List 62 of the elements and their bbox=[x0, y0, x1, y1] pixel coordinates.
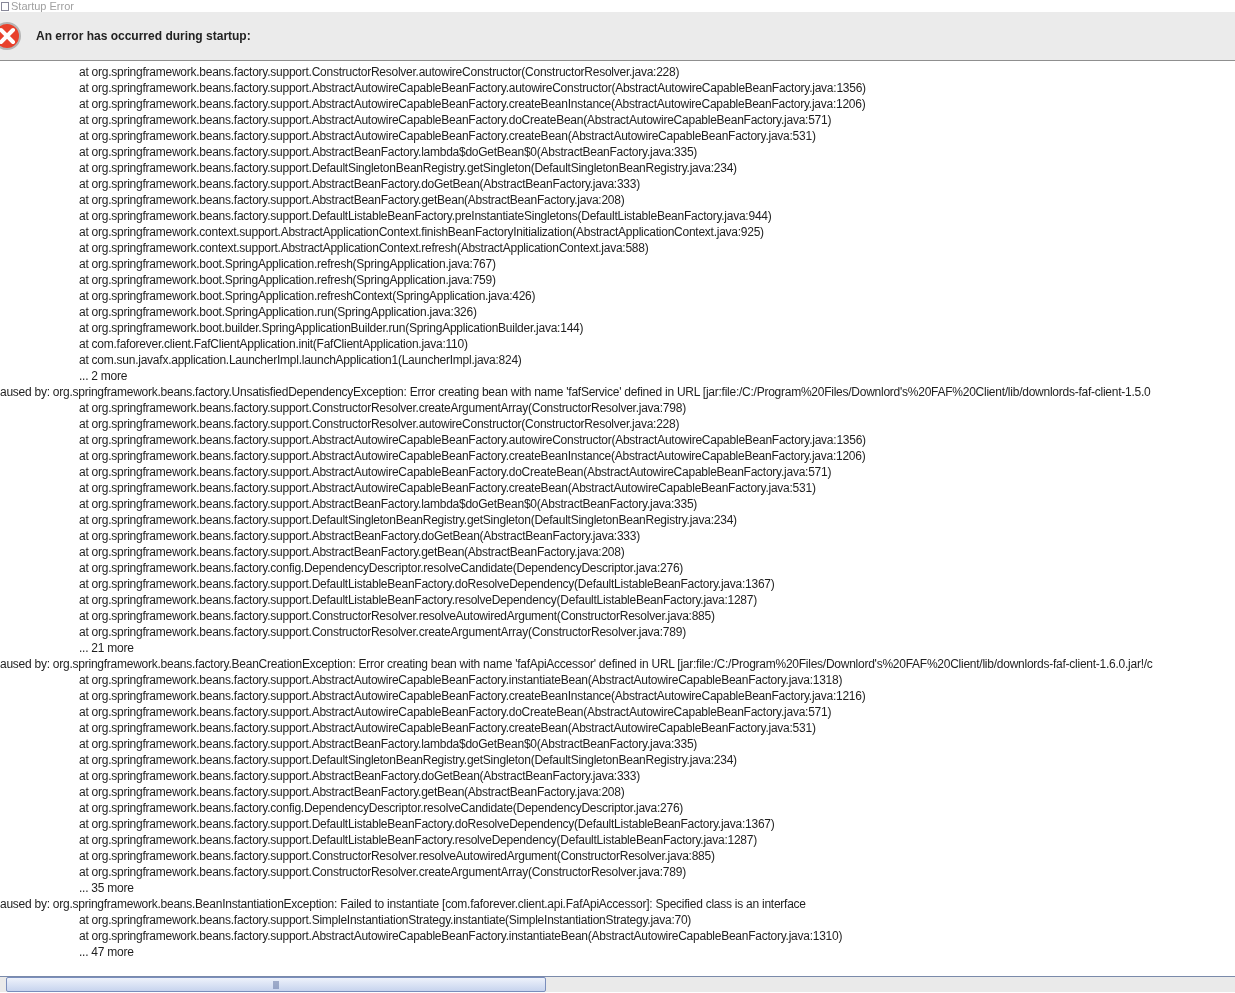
trace-line: at org.springframework.beans.factory.support.AbstractBeanFactory.lambda$doGetBean$0(AbstractBeanFactory.java:335) bbox=[78, 144, 699, 160]
trace-line: at org.springframework.boot.builder.SpringApplicationBuilder.run(SpringApplicationBuilder.java:144) bbox=[78, 320, 585, 336]
trace-line: at org.springframework.beans.factory.support.AbstractAutowireCapableBeanFactory.autowireConstructor(AbstractAutowireCapableBeanFactory.java:1356) bbox=[78, 432, 867, 448]
trace-line: at org.springframework.boot.SpringApplication.refresh(SpringApplication.java:759) bbox=[78, 272, 497, 288]
trace-line: at org.springframework.beans.factory.support.DefaultListableBeanFactory.resolveDependency(DefaultListableBeanFactory.java:1287) bbox=[78, 832, 758, 848]
trace-line: at org.springframework.context.support.AbstractApplicationContext.refresh(AbstractApplicationContext.java:588) bbox=[78, 240, 650, 256]
trace-line: ... 21 more bbox=[78, 640, 135, 656]
trace-line: aused by: org.springframework.beans.BeanInstantiationException: Failed to instantiate [com.faforever.client.api.FafApiAccessor]: Specified class is an interface bbox=[0, 896, 807, 912]
trace-line: at org.springframework.beans.factory.support.AbstractAutowireCapableBeanFactory.instantiateBean(AbstractAutowireCapableBeanFactory.java:1318) bbox=[78, 672, 844, 688]
trace-line: at org.springframework.beans.factory.support.AbstractAutowireCapableBeanFactory.createBean(AbstractAutowireCapableBeanFactory.java:531) bbox=[78, 720, 817, 736]
trace-line: at org.springframework.boot.SpringApplication.refresh(SpringApplication.java:767) bbox=[78, 256, 497, 272]
trace-line: at org.springframework.beans.factory.support.AbstractAutowireCapableBeanFactory.doCreateBean(AbstractAutowireCapableBeanFactory.java:571) bbox=[78, 464, 833, 480]
trace-line: at org.springframework.boot.SpringApplication.refreshContext(SpringApplication.java:426) bbox=[78, 288, 537, 304]
trace-line: at org.springframework.beans.factory.config.DependencyDescriptor.resolveCandidate(DependencyDescriptor.java:276) bbox=[78, 560, 685, 576]
trace-line: at org.springframework.beans.factory.support.AbstractBeanFactory.lambda$doGetBean$0(AbstractBeanFactory.java:335) bbox=[78, 496, 699, 512]
trace-line: at org.springframework.beans.factory.support.AbstractAutowireCapableBeanFactory.doCreateBean(AbstractAutowireCapableBeanFactory.java:571) bbox=[78, 112, 833, 128]
trace-line: at org.springframework.beans.factory.support.AbstractAutowireCapableBeanFactory.doCreateBean(AbstractAutowireCapableBeanFactory.java:571) bbox=[78, 704, 833, 720]
error-icon bbox=[0, 21, 23, 51]
error-message: An error has occurred during startup: bbox=[36, 29, 251, 43]
trace-line: at org.springframework.beans.factory.support.DefaultListableBeanFactory.doResolveDependency(DefaultListableBeanFactory.java:1367) bbox=[78, 816, 776, 832]
trace-line: at org.springframework.beans.factory.support.ConstructorResolver.createArgumentArray(ConstructorResolver.java:798) bbox=[78, 400, 687, 416]
trace-line: at org.springframework.context.support.AbstractApplicationContext.finishBeanFactoryInitialization(AbstractApplicationContext.java:925) bbox=[78, 224, 765, 240]
trace-line: ... 47 more bbox=[78, 944, 135, 960]
trace-line: at org.springframework.beans.factory.support.AbstractAutowireCapableBeanFactory.createBean(AbstractAutowireCapableBeanFactory.java:531) bbox=[78, 480, 817, 496]
grip-icon bbox=[273, 980, 279, 989]
trace-line: at org.springframework.beans.factory.config.DependencyDescriptor.resolveCandidate(DependencyDescriptor.java:276) bbox=[78, 800, 685, 816]
trace-line: at org.springframework.beans.factory.support.DefaultListableBeanFactory.resolveDependency(DefaultListableBeanFactory.java:1287) bbox=[78, 592, 758, 608]
trace-line: at org.springframework.beans.factory.support.DefaultListableBeanFactory.doResolveDependency(DefaultListableBeanFactory.java:1367) bbox=[78, 576, 776, 592]
trace-line: at org.springframework.beans.factory.support.AbstractBeanFactory.getBean(AbstractBeanFactory.java:208) bbox=[78, 544, 626, 560]
trace-line: at com.faforever.client.FafClientApplication.init(FafClientApplication.java:110) bbox=[78, 336, 469, 352]
trace-line: aused by: org.springframework.beans.factory.BeanCreationException: Error creating bean with name 'fafApiAccessor' defined in URL [jar:file:/C:/Program%20Files/Downlord's%20FAF%20Client/lib/downlords-faf-client-1.6.0.jar!/c bbox=[0, 656, 1154, 672]
trace-line: at org.springframework.boot.SpringApplication.run(SpringApplication.java:326) bbox=[78, 304, 478, 320]
trace-line: at org.springframework.beans.factory.support.AbstractBeanFactory.doGetBean(AbstractBeanFactory.java:333) bbox=[78, 768, 641, 784]
trace-line: at org.springframework.beans.factory.support.DefaultSingletonBeanRegistry.getSingleton(DefaultSingletonBeanRegistry.java:234) bbox=[78, 512, 738, 528]
trace-line: ... 35 more bbox=[78, 880, 135, 896]
trace-line: at org.springframework.beans.factory.support.DefaultSingletonBeanRegistry.getSingleton(DefaultSingletonBeanRegistry.java:234) bbox=[78, 160, 738, 176]
trace-line: at org.springframework.beans.factory.support.AbstractAutowireCapableBeanFactory.createBeanInstance(AbstractAutowireCapableBeanFactory.java:1206) bbox=[78, 448, 867, 464]
trace-line: at com.sun.javafx.application.LauncherImpl.launchApplication1(LauncherImpl.java:824) bbox=[78, 352, 523, 368]
trace-line: at org.springframework.beans.factory.support.ConstructorResolver.resolveAutowiredArgument(ConstructorResolver.java:885) bbox=[78, 608, 716, 624]
trace-line: at org.springframework.beans.factory.support.ConstructorResolver.createArgumentArray(ConstructorResolver.java:789) bbox=[78, 864, 687, 880]
trace-line: at org.springframework.beans.factory.support.ConstructorResolver.createArgumentArray(ConstructorResolver.java:789) bbox=[78, 624, 687, 640]
trace-line: at org.springframework.beans.factory.support.ConstructorResolver.autowireConstructor(ConstructorResolver.java:228) bbox=[78, 416, 681, 432]
trace-line: at org.springframework.beans.factory.support.AbstractBeanFactory.doGetBean(AbstractBeanFactory.java:333) bbox=[78, 176, 641, 192]
trace-line: at org.springframework.beans.factory.support.AbstractBeanFactory.getBean(AbstractBeanFactory.java:208) bbox=[78, 192, 626, 208]
trace-line: aused by: org.springframework.beans.factory.UnsatisfiedDependencyException: Error creating bean with name 'fafService' defined in URL [jar:file:/C:/Program%20Files/Downlord's%20FAF%20Client/lib/downlords-faf-client-1.5.0 bbox=[0, 384, 1152, 400]
trace-line: ... 2 more bbox=[78, 368, 129, 384]
trace-line: at org.springframework.beans.factory.support.AbstractAutowireCapableBeanFactory.createBeanInstance(AbstractAutowireCapableBeanFactory.java:1206) bbox=[78, 96, 867, 112]
trace-line: at org.springframework.beans.factory.support.AbstractAutowireCapableBeanFactory.createBeanInstance(AbstractAutowireCapableBeanFactory.java:1216) bbox=[78, 688, 867, 704]
trace-line: at org.springframework.beans.factory.support.DefaultSingletonBeanRegistry.getSingleton(DefaultSingletonBeanRegistry.java:234) bbox=[78, 752, 738, 768]
trace-line: at org.springframework.beans.factory.support.ConstructorResolver.autowireConstructor(ConstructorResolver.java:228) bbox=[78, 64, 681, 80]
trace-line: at org.springframework.beans.factory.support.AbstractBeanFactory.lambda$doGetBean$0(AbstractBeanFactory.java:335) bbox=[78, 736, 699, 752]
trace-line: at org.springframework.beans.factory.support.AbstractAutowireCapableBeanFactory.instantiateBean(AbstractAutowireCapableBeanFactory.java:1310) bbox=[78, 928, 844, 944]
trace-line: at org.springframework.beans.factory.support.AbstractAutowireCapableBeanFactory.autowireConstructor(AbstractAutowireCapableBeanFactory.java:1356) bbox=[78, 80, 867, 96]
scrollbar-thumb[interactable] bbox=[6, 977, 546, 992]
trace-line: at org.springframework.beans.factory.support.SimpleInstantiationStrategy.instantiate(SimpleInstantiationStrategy.java:70) bbox=[78, 912, 693, 928]
window-title: Startup Error bbox=[11, 0, 74, 12]
trace-line: at org.springframework.beans.factory.support.AbstractBeanFactory.getBean(AbstractBeanFactory.java:208) bbox=[78, 784, 626, 800]
trace-line: at org.springframework.beans.factory.support.AbstractBeanFactory.doGetBean(AbstractBeanFactory.java:333) bbox=[78, 528, 641, 544]
trace-line: at org.springframework.beans.factory.support.AbstractAutowireCapableBeanFactory.createBean(AbstractAutowireCapableBeanFactory.java:531) bbox=[78, 128, 817, 144]
horizontal-scrollbar[interactable] bbox=[0, 976, 1235, 992]
trace-line: at org.springframework.beans.factory.support.DefaultListableBeanFactory.preInstantiateSingletons(DefaultListableBeanFactory.java:944) bbox=[78, 208, 773, 224]
trace-line: at org.springframework.beans.factory.support.ConstructorResolver.resolveAutowiredArgument(ConstructorResolver.java:885) bbox=[78, 848, 716, 864]
